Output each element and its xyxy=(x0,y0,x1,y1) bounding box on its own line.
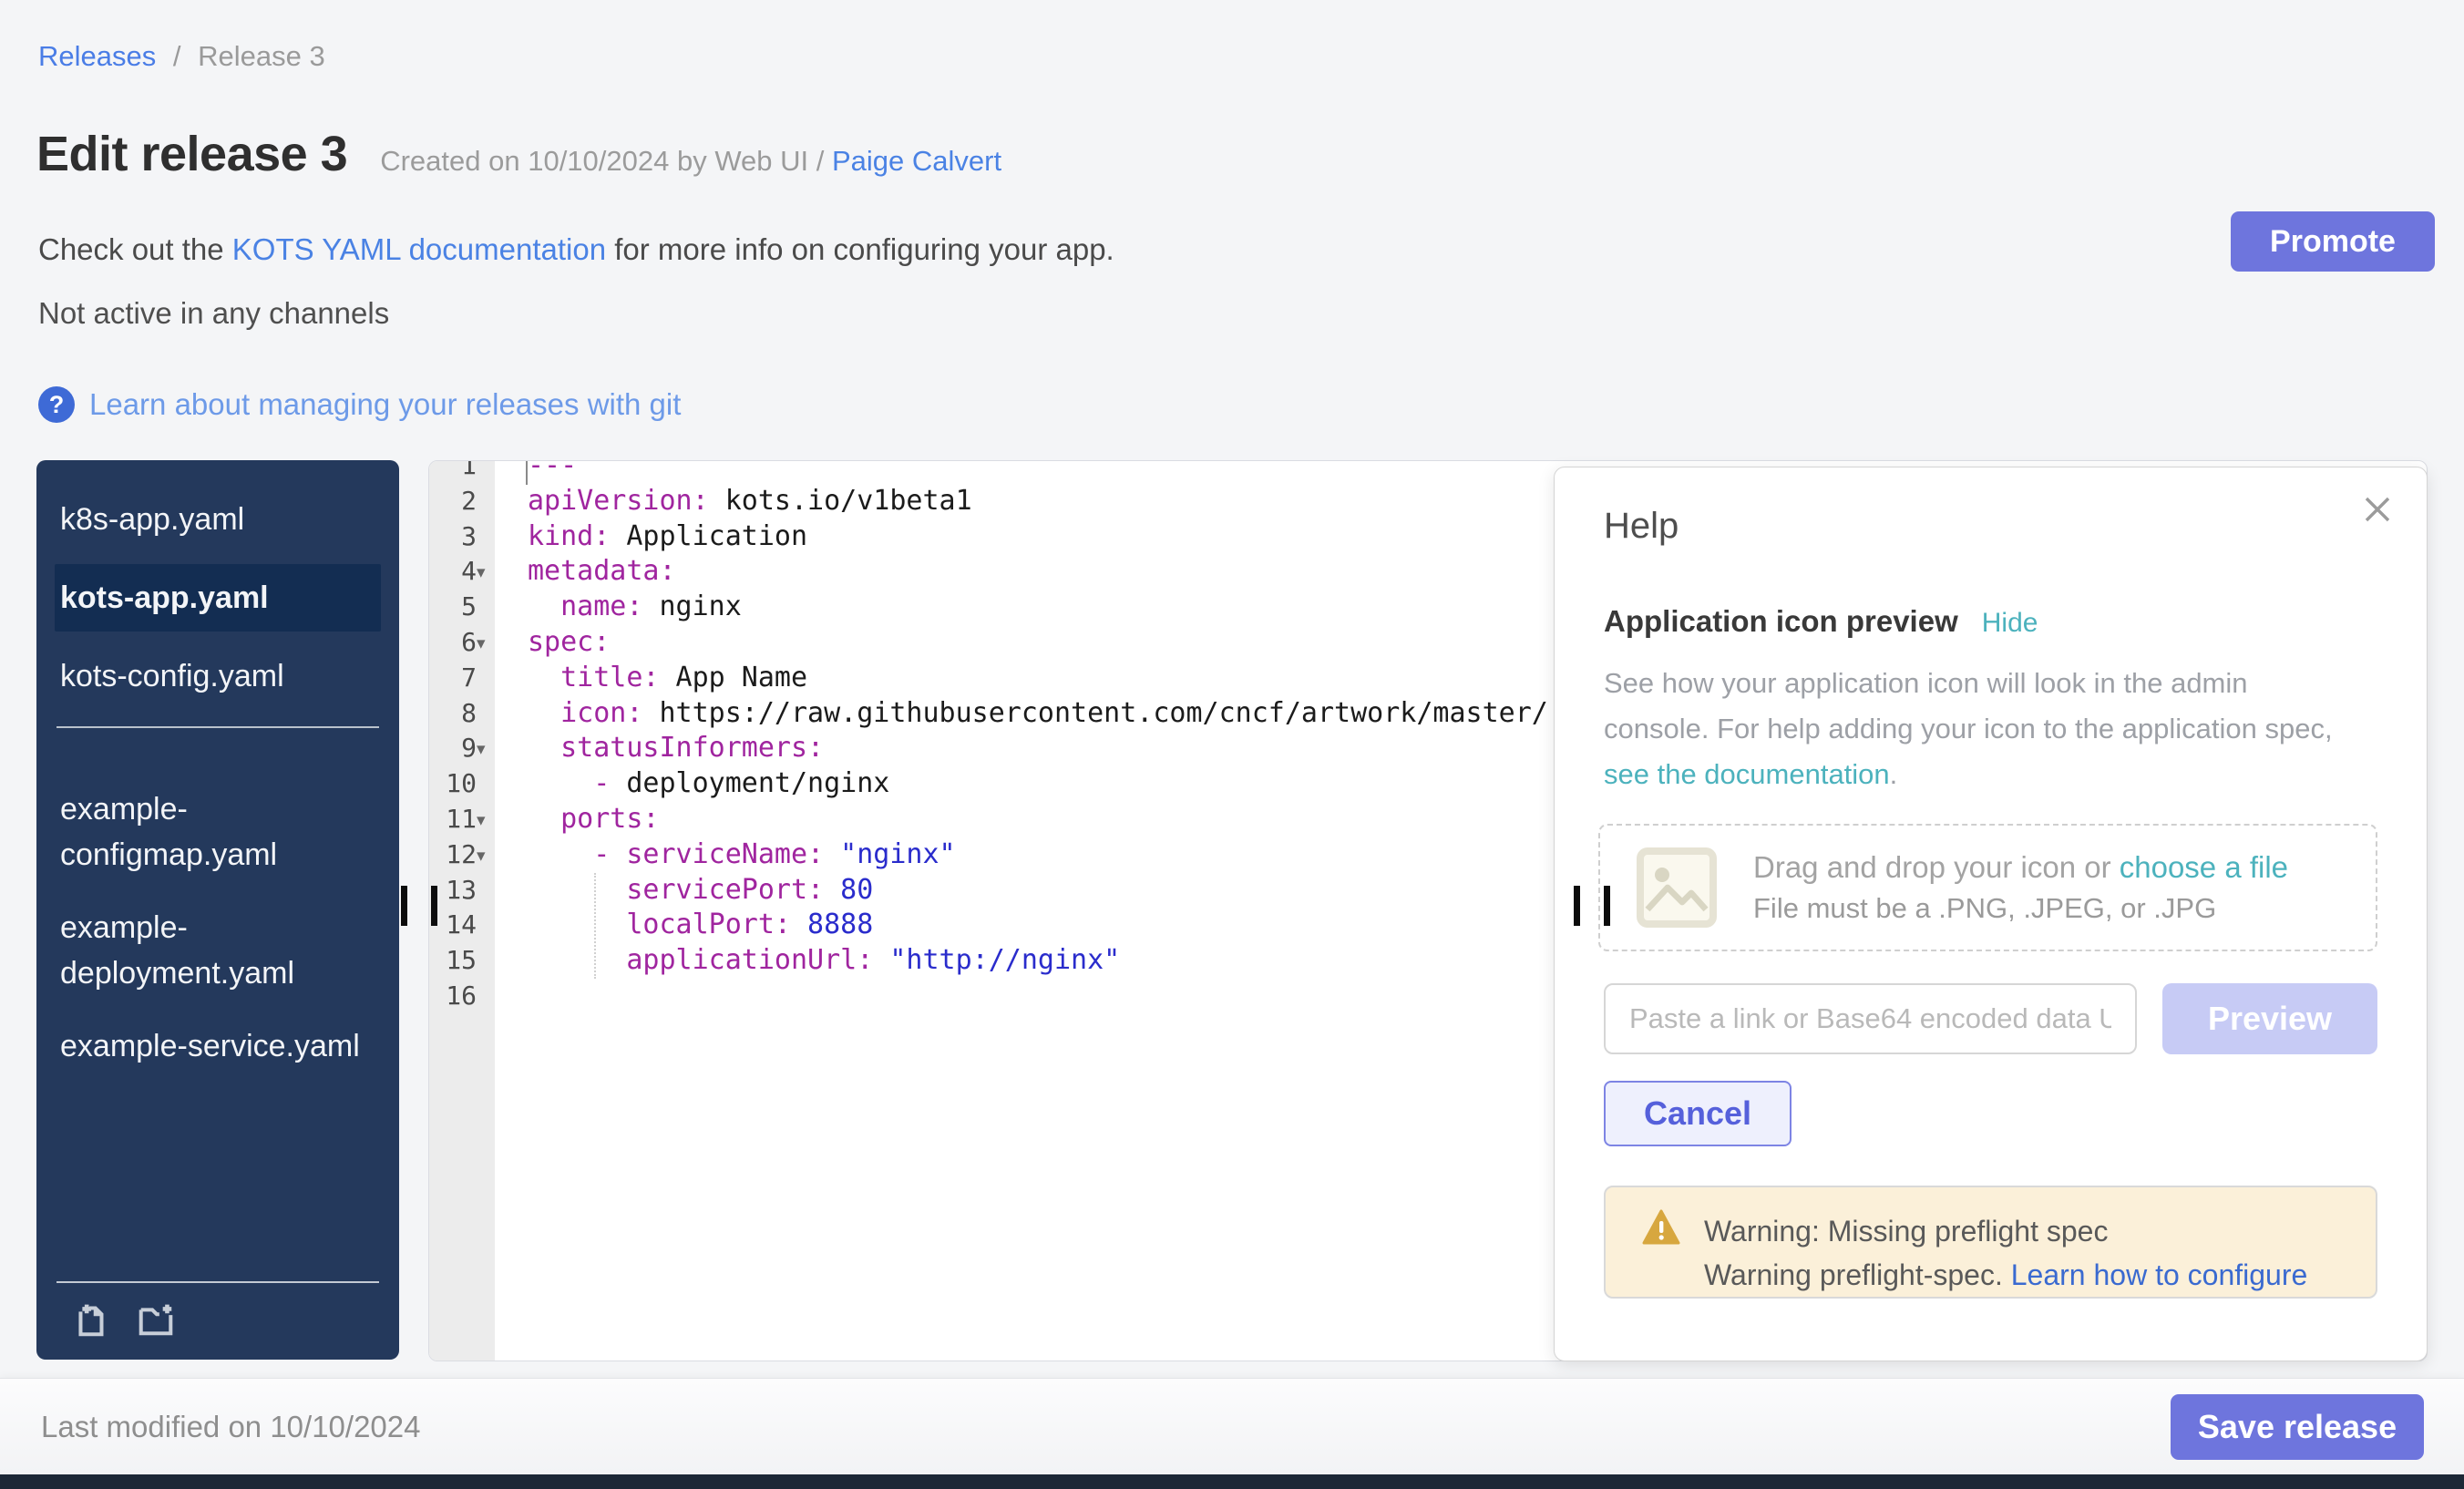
sidebar-file-item[interactable]: example-deployment.yaml xyxy=(55,899,381,1001)
fold-arrow-icon[interactable]: ▾ xyxy=(477,838,486,874)
sidebar-file-item[interactable]: kots-config.yaml xyxy=(55,648,381,704)
sidebar-file-item[interactable]: example-service.yaml xyxy=(55,1018,381,1074)
help-panel: Help Application icon preview Hide See h… xyxy=(1554,467,2428,1361)
line-number: 14 xyxy=(429,908,495,943)
code-text: spec: xyxy=(495,625,610,661)
kots-yaml-doc-link[interactable]: KOTS YAML documentation xyxy=(232,232,606,266)
line-number: 5 xyxy=(429,590,495,625)
file-sidebar: k8s-app.yaml kots-app.yaml kots-config.yam… xyxy=(36,460,399,1360)
code-text: - serviceName: "nginx" xyxy=(495,837,956,873)
line-number: 1 xyxy=(429,460,495,484)
line-number: 16 xyxy=(429,979,495,1014)
file-list-primary: k8s-app.yaml kots-app.yaml kots-config.yam… xyxy=(36,460,399,704)
channel-status: Not active in any channels xyxy=(38,296,389,331)
code-text: statusInformers: xyxy=(495,731,824,766)
cancel-button[interactable]: Cancel xyxy=(1604,1081,1792,1146)
breadcrumb-releases-link[interactable]: Releases xyxy=(38,40,156,72)
breadcrumb-current: Release 3 xyxy=(198,40,325,72)
promote-button[interactable]: Promote xyxy=(2231,211,2435,272)
warning-detail: Warning preflight-spec. Learn how to con… xyxy=(1704,1253,2307,1297)
code-text: - deployment/nginx xyxy=(495,766,889,802)
preview-button[interactable]: Preview xyxy=(2162,983,2377,1054)
git-help-row: ? Learn about managing your releases wit… xyxy=(38,386,681,423)
git-help-link[interactable]: Learn about managing your releases with … xyxy=(89,387,681,422)
sidebar-footer xyxy=(56,1281,379,1345)
choose-file-link[interactable]: choose a file xyxy=(2120,850,2288,884)
add-folder-icon[interactable] xyxy=(135,1298,177,1340)
line-number: 15 xyxy=(429,943,495,979)
icon-preview-description: See how your application icon will look … xyxy=(1604,661,2333,797)
preflight-warning: Warning: Missing preflight spec Warning … xyxy=(1604,1186,2377,1299)
code-text: applicationUrl: "http://nginx" xyxy=(495,943,1120,979)
doc-line-suffix: for more info on configuring your app. xyxy=(614,232,1114,266)
line-number: 13 xyxy=(429,873,495,909)
warning-icon xyxy=(1642,1209,1680,1246)
fold-arrow-icon[interactable]: ▾ xyxy=(477,555,486,590)
save-release-button[interactable]: Save release xyxy=(2171,1394,2424,1460)
code-text: servicePort: 80 xyxy=(495,873,873,909)
description-line-1: See how your application icon will look … xyxy=(1604,661,2333,706)
footer-bar: Last modified on 10/10/2024 Save release xyxy=(0,1378,2464,1474)
icon-url-input[interactable] xyxy=(1604,983,2137,1054)
doc-line: Check out the KOTS YAML documentation fo… xyxy=(38,232,1114,267)
code-text: metadata: xyxy=(495,554,676,590)
code-text xyxy=(495,979,528,1014)
line-number: 7 xyxy=(429,661,495,696)
close-icon[interactable] xyxy=(2361,493,2394,526)
sidebar-file-item[interactable]: example-configmap.yaml xyxy=(55,781,381,883)
title-row: Edit release 3 Created on 10/10/2024 by … xyxy=(36,126,1001,182)
code-text: ports: xyxy=(495,802,660,837)
help-resize-handle[interactable] xyxy=(1574,886,1610,926)
icon-dropzone[interactable]: Drag and drop your icon or choose a file… xyxy=(1598,824,2377,951)
add-file-icon[interactable] xyxy=(69,1298,111,1340)
image-placeholder-icon xyxy=(1633,844,1720,931)
warning-title: Warning: Missing preflight spec xyxy=(1704,1209,2307,1253)
breadcrumb: Releases / Release 3 xyxy=(38,40,325,73)
line-number: 2 xyxy=(429,484,495,519)
fold-arrow-icon[interactable]: ▾ xyxy=(477,626,486,662)
page-title: Edit release 3 xyxy=(36,126,347,182)
code-text: name: nginx xyxy=(495,590,742,625)
fold-arrow-icon[interactable]: ▾ xyxy=(477,732,486,767)
sidebar-resize-handle[interactable] xyxy=(401,886,437,926)
code-text: --- xyxy=(495,460,577,484)
question-icon: ? xyxy=(38,386,75,423)
code-text: apiVersion: kots.io/v1beta1 xyxy=(495,484,972,519)
learn-configure-link[interactable]: Learn how to configure xyxy=(2011,1258,2308,1291)
help-title: Help xyxy=(1604,506,1679,547)
dropzone-instruction: Drag and drop your icon or xyxy=(1753,850,2111,884)
created-info: Created on 10/10/2024 by Web UI / Paige … xyxy=(380,145,1001,178)
hide-link[interactable]: Hide xyxy=(1982,608,2038,639)
dropzone-text: Drag and drop your icon or choose a file… xyxy=(1753,850,2288,925)
dropzone-requirements: File must be a .PNG, .JPEG, or .JPG xyxy=(1753,892,2288,925)
code-text: title: App Name xyxy=(495,661,807,696)
doc-line-prefix: Check out the xyxy=(38,232,224,266)
fold-arrow-icon[interactable]: ▾ xyxy=(477,803,486,838)
breadcrumb-separator: / xyxy=(173,40,181,72)
line-number: 3 xyxy=(429,519,495,555)
description-line-3: see the documentation. xyxy=(1604,752,2333,797)
line-number: 8 xyxy=(429,696,495,732)
icon-preview-title: Application icon preview xyxy=(1604,604,1958,639)
sidebar-file-item[interactable]: k8s-app.yaml xyxy=(55,491,381,548)
icon-preview-section: Application icon preview Hide xyxy=(1604,604,2038,639)
line-number: 10 xyxy=(429,766,495,802)
last-modified-text: Last modified on 10/10/2024 xyxy=(41,1410,420,1444)
created-text: Created on 10/10/2024 by Web UI / xyxy=(380,145,824,177)
code-text: localPort: 8888 xyxy=(495,908,873,943)
see-documentation-link[interactable]: see the documentation xyxy=(1604,758,1890,790)
indent-guide xyxy=(594,873,596,979)
edit-release-page: Releases / Release 3 Edit release 3 Crea… xyxy=(0,0,2464,1489)
file-list-divider xyxy=(56,726,379,728)
description-line-2: console. For help adding your icon to th… xyxy=(1604,706,2333,752)
file-list-examples: example-configmap.yaml example-deployment… xyxy=(36,750,399,1074)
code-text: icon: https://raw.githubusercontent.com/… xyxy=(495,696,1548,732)
code-text: kind: Application xyxy=(495,519,807,555)
created-author-link[interactable]: Paige Calvert xyxy=(832,145,1001,177)
sidebar-file-item[interactable]: kots-app.yaml xyxy=(55,564,381,632)
bottom-strip xyxy=(0,1474,2464,1489)
